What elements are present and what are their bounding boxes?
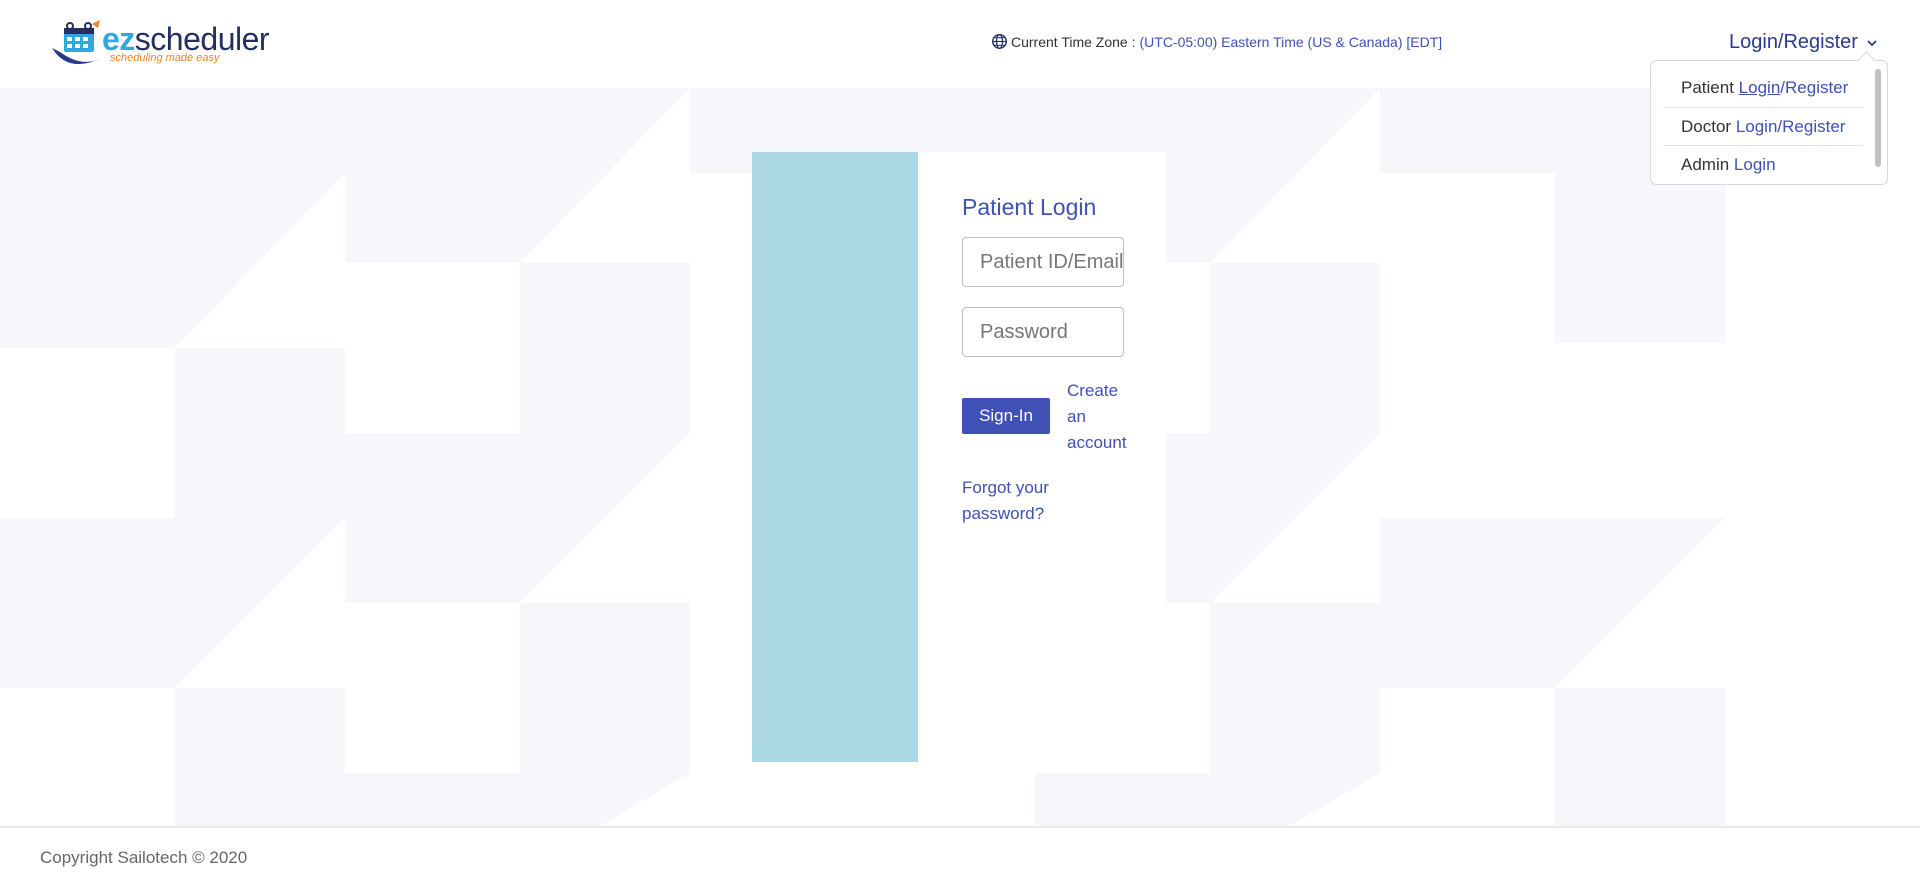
timezone-value: (UTC-05:00) Eastern Time (US & Canada) [… [1139, 33, 1443, 50]
create-account-link[interactable]: Create an account [1067, 378, 1137, 456]
login-register-label: Login/Register [1729, 31, 1858, 53]
password-input[interactable]: Password [962, 307, 1124, 357]
signin-button[interactable]: Sign-In [962, 398, 1050, 434]
menu-item-doctor-label: Doctor [1681, 117, 1732, 136]
menu-item-admin: Admin Login [1663, 145, 1863, 183]
dropdown-scrollbar[interactable] [1875, 69, 1881, 167]
doctor-register-link[interactable]: Register [1782, 117, 1845, 136]
patient-id-email-input[interactable]: Patient ID/Email [962, 237, 1124, 287]
patient-login-link[interactable]: Login [1739, 78, 1781, 97]
brand-wordmark: ezscheduler [102, 22, 270, 56]
form-title: Patient Login [962, 194, 1097, 220]
globe-icon [992, 34, 1007, 49]
menu-item-doctor: Doctor Login/Register [1663, 107, 1863, 145]
patient-register-link[interactable]: Register [1785, 78, 1848, 97]
login-image-panel [752, 152, 918, 762]
admin-login-link[interactable]: Login [1734, 155, 1776, 174]
doctor-login-link[interactable]: Login [1736, 117, 1778, 136]
timezone-indicator: Current Time Zone : (UTC-05:00) Eastern … [991, 33, 1442, 50]
brand-tagline: scheduling made easy [110, 52, 220, 64]
page-footer: Copyright Sailotech © 2020 [0, 826, 1920, 889]
timezone-label: Current Time Zone : [1011, 33, 1136, 50]
menu-item-patient: Patient Login/Register [1663, 69, 1863, 107]
chevron-down-icon [1867, 39, 1877, 46]
login-dropdown-menu: Patient Login/Register Doctor Login/Regi… [1650, 51, 1888, 185]
menu-item-admin-label: Admin [1681, 155, 1730, 174]
login-form-panel: Patient Login Patient ID/Email Password … [918, 152, 1166, 762]
menu-item-patient-label: Patient [1681, 78, 1734, 97]
copyright-text: Copyright Sailotech © 2020 [40, 848, 248, 867]
calendar-logo-icon [52, 20, 102, 65]
forgot-password-link[interactable]: Forgot your password? [962, 475, 1082, 527]
login-register-menu[interactable]: Login/Register [1729, 31, 1878, 54]
brand-logo[interactable]: ezscheduler scheduling made easy [48, 18, 270, 70]
top-header: ezscheduler scheduling made easy Current… [0, 0, 1920, 88]
